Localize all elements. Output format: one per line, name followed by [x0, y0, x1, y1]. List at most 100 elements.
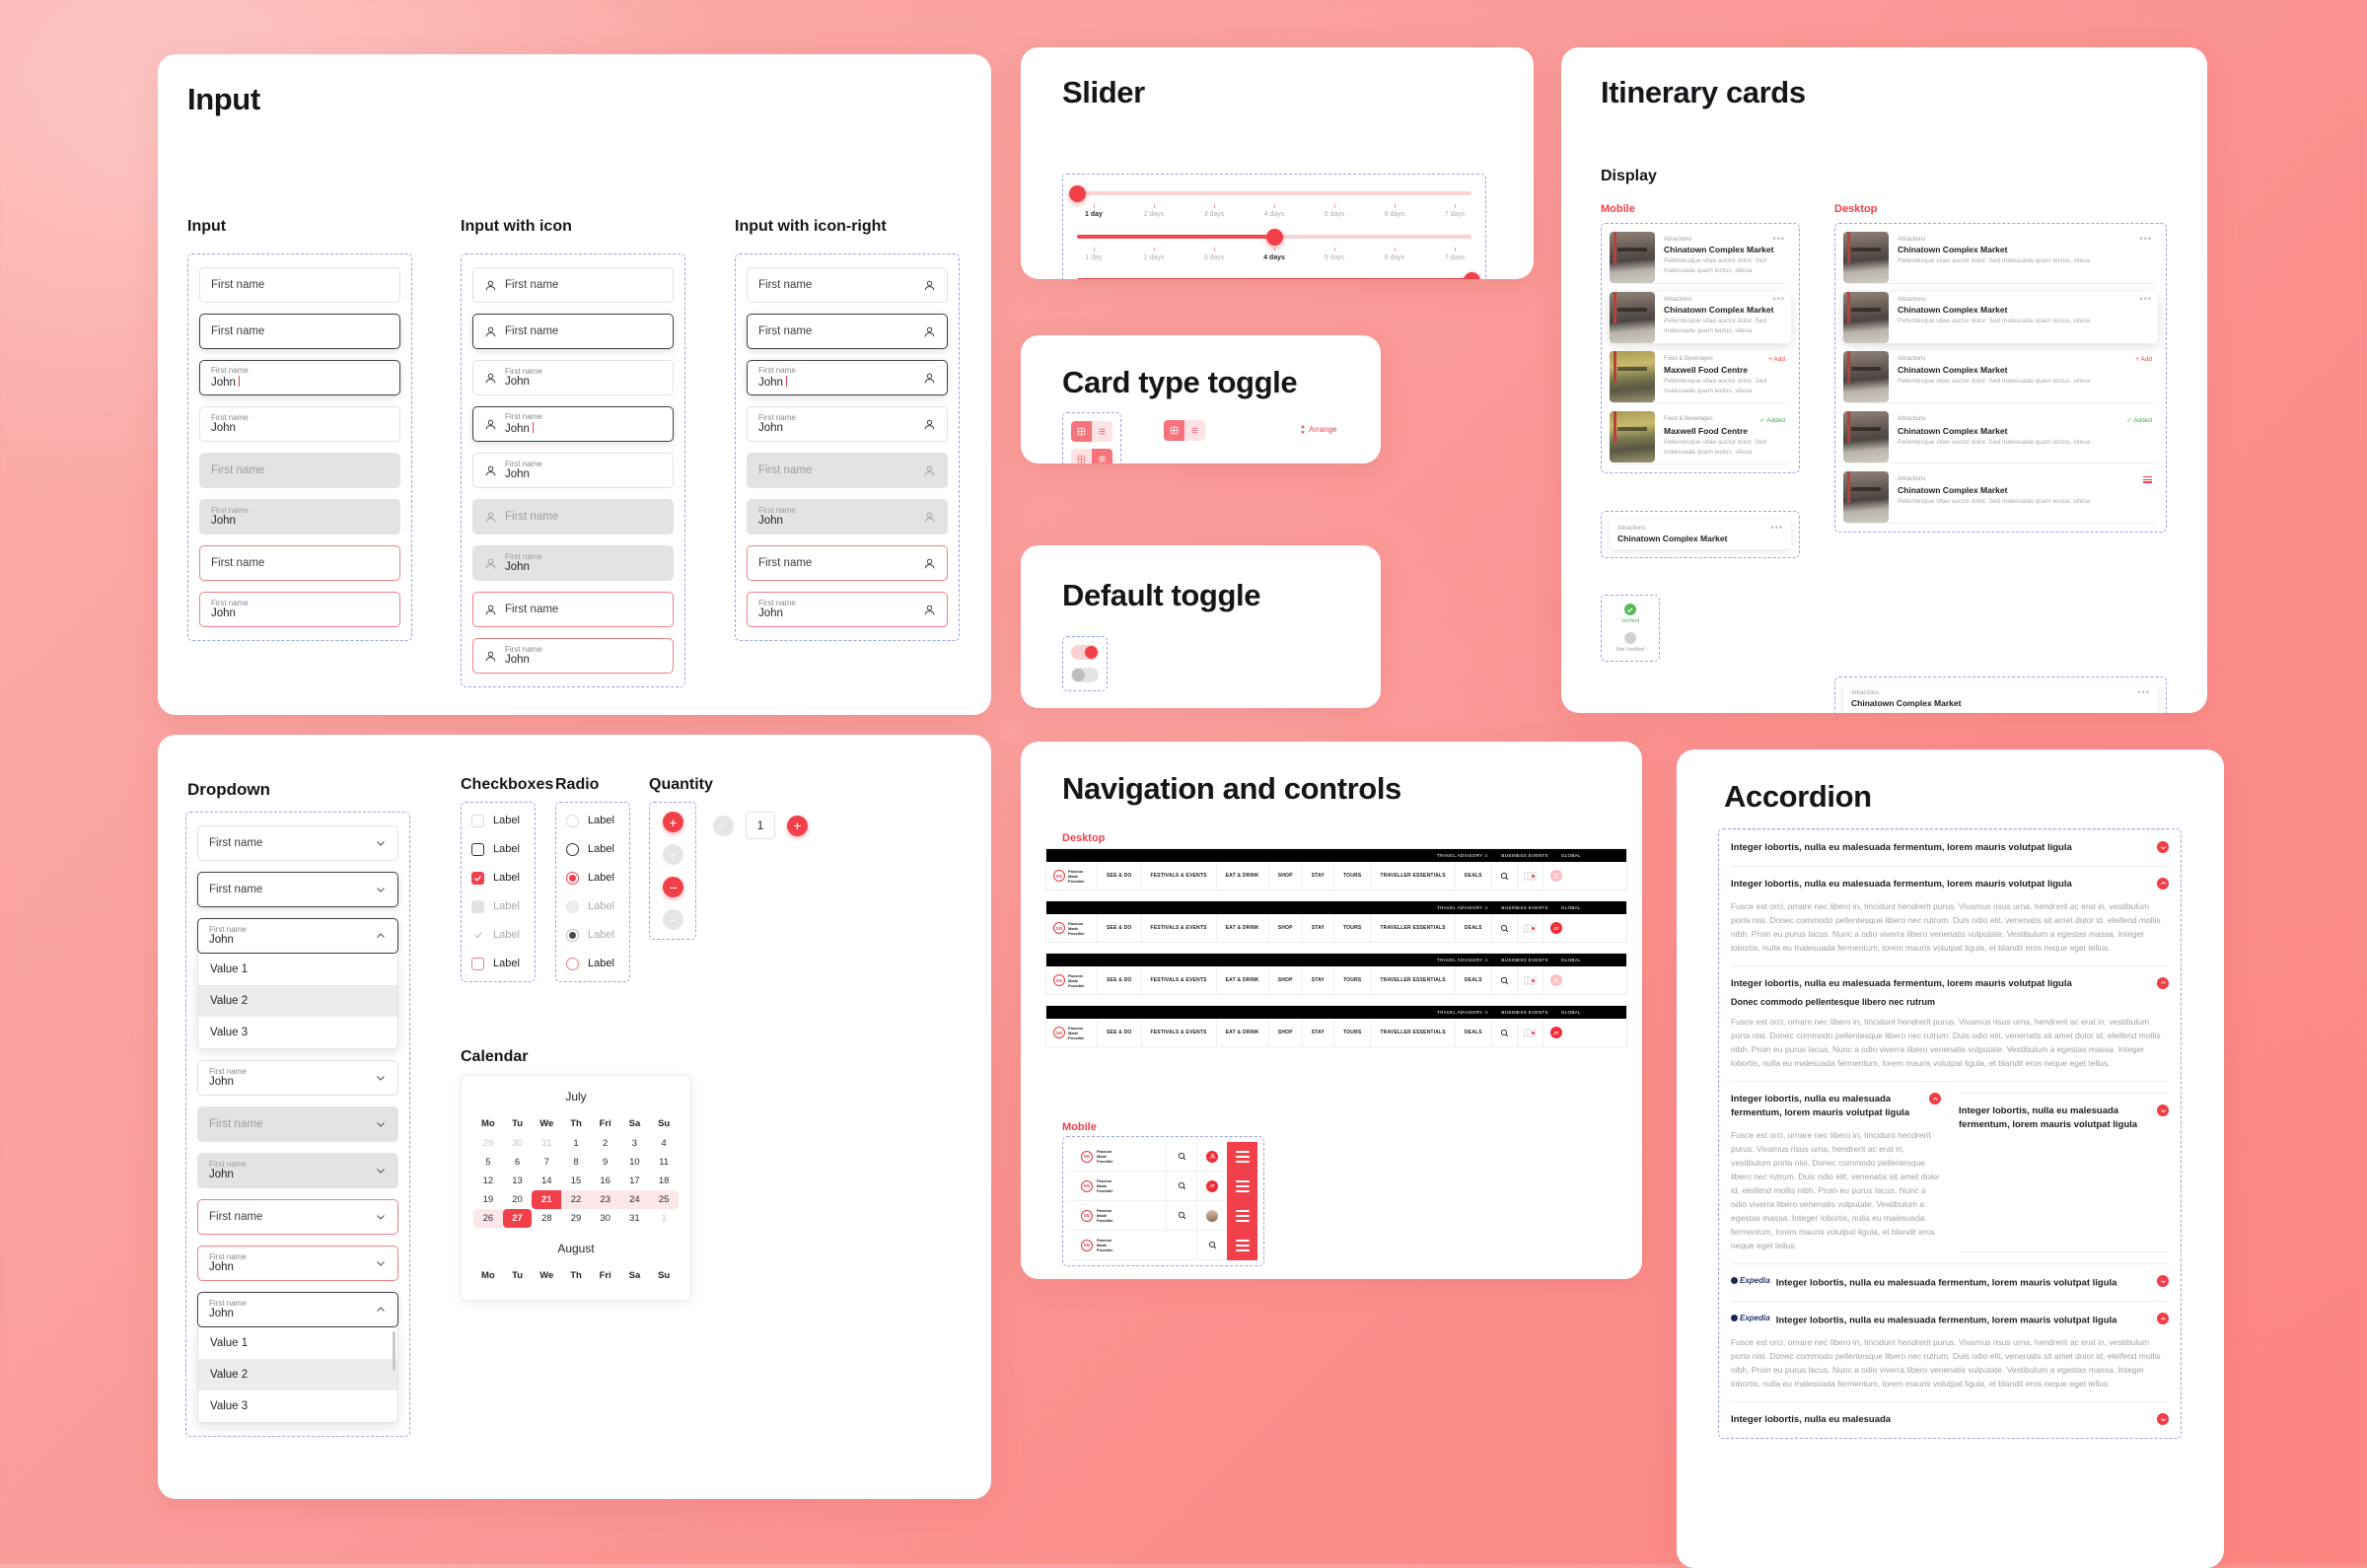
- nav-menu-item[interactable]: STAY: [1303, 1019, 1334, 1046]
- calendar-day[interactable]: 12: [473, 1172, 503, 1190]
- input-filled[interactable]: First name John: [199, 406, 400, 442]
- input-rest[interactable]: First name: [199, 267, 400, 303]
- checkbox-hover[interactable]: Label: [471, 840, 525, 858]
- nav-menu-item[interactable]: EAT & DRINK: [1217, 862, 1269, 890]
- calendar-day[interactable]: 13: [503, 1172, 533, 1190]
- nav-account-button[interactable]: [1543, 862, 1569, 890]
- input-icon-error[interactable]: First name: [472, 592, 674, 627]
- dropdown-disabled-filled[interactable]: First name John: [197, 1153, 398, 1188]
- add-button[interactable]: + Add: [2135, 356, 2152, 363]
- drag-handle-icon[interactable]: [2143, 476, 2152, 483]
- itinerary-card[interactable]: Food & Beverages + Add Maxwell Food Centre…: [1610, 351, 1791, 403]
- input-icon-filled[interactable]: First name John: [472, 360, 674, 395]
- nav-logo[interactable]: SG Passion Made Possible: [1046, 862, 1098, 890]
- calendar-day[interactable]: 24: [619, 1190, 650, 1209]
- input-icon-typing[interactable]: First name John: [472, 406, 674, 442]
- nav-menu-item[interactable]: STAY: [1303, 914, 1334, 942]
- calendar-day[interactable]: 11: [649, 1153, 679, 1172]
- radio-rest[interactable]: Label: [566, 812, 619, 829]
- more-options-icon[interactable]: •••: [2138, 687, 2150, 697]
- accordion-collapse-button[interactable]: [2157, 1313, 2169, 1325]
- quantity-value[interactable]: 1: [746, 812, 775, 839]
- map-icon[interactable]: [1523, 871, 1537, 881]
- nav-search-button[interactable]: [1492, 862, 1518, 890]
- calendar-day[interactable]: 20: [503, 1190, 533, 1209]
- nav-menu-item[interactable]: FESTIVALS & EVENTS: [1142, 862, 1217, 890]
- nav-utility-link[interactable]: TRAVEL ADVISORY ⚠: [1437, 905, 1488, 911]
- nav-search-button[interactable]: [1166, 1172, 1196, 1200]
- calendar-day[interactable]: 18: [649, 1172, 679, 1190]
- grid-view-icon[interactable]: [1071, 449, 1092, 463]
- calendar-day[interactable]: 5: [473, 1153, 503, 1172]
- nav-search-button[interactable]: [1492, 966, 1518, 994]
- nav-utility-link[interactable]: BUSINESS EVENTS: [1501, 853, 1547, 858]
- radio-circle[interactable]: [566, 871, 579, 885]
- dropdown-hover[interactable]: First name: [197, 872, 398, 907]
- calendar-day[interactable]: 26: [473, 1209, 503, 1228]
- nav-menu-item[interactable]: EAT & DRINK: [1217, 914, 1269, 942]
- slider-handle[interactable]: [1069, 185, 1086, 202]
- slider-row[interactable]: 1 day2 days3 days4 days5 days6 days7 day…: [1077, 228, 1471, 271]
- calendar-day[interactable]: 28: [532, 1209, 561, 1228]
- nav-map-button[interactable]: [1518, 1019, 1543, 1046]
- scrollbar-thumb[interactable]: [393, 1331, 395, 1371]
- accordion-expand-button[interactable]: [2157, 1413, 2169, 1426]
- grid-view-icon[interactable]: [1071, 421, 1092, 442]
- checkbox-box[interactable]: [471, 842, 484, 856]
- avatar[interactable]: [1206, 1150, 1218, 1163]
- card-type-toggle-grid-active[interactable]: [1071, 421, 1112, 442]
- calendar-day[interactable]: 27: [502, 1209, 533, 1228]
- more-options-icon[interactable]: •••: [2140, 294, 2152, 304]
- input-iconright-filled[interactable]: First name John: [747, 406, 948, 442]
- calendar-day[interactable]: 29: [561, 1209, 591, 1228]
- nav-menu-item[interactable]: EAT & DRINK: [1217, 1019, 1269, 1046]
- search-icon[interactable]: [1500, 924, 1509, 933]
- calendar-day[interactable]: 14: [532, 1172, 561, 1190]
- avatar[interactable]: [1206, 1209, 1218, 1222]
- input-error-filled[interactable]: First name John: [199, 592, 400, 627]
- nav-menu-item[interactable]: SHOP: [1269, 1019, 1303, 1046]
- calendar-day[interactable]: 30: [503, 1134, 533, 1153]
- nav-menu-item[interactable]: TOURS: [1334, 966, 1372, 994]
- nav-menu-item[interactable]: SEE & DO: [1098, 914, 1142, 942]
- accordion-title[interactable]: Integer lobortis, nulla eu malesuada fer…: [1731, 841, 2072, 855]
- input-iconright-focus[interactable]: First name: [747, 314, 948, 349]
- calendar-day[interactable]: 22: [561, 1190, 591, 1209]
- map-icon[interactable]: [1523, 1028, 1537, 1037]
- dropdown-option[interactable]: Value 1: [198, 1327, 397, 1359]
- radio-hover[interactable]: Label: [566, 840, 619, 858]
- search-icon[interactable]: [1500, 1029, 1509, 1037]
- accordion-title[interactable]: Integer lobortis, nulla eu malesuada fer…: [1731, 1093, 1917, 1120]
- nav-search-button[interactable]: [1492, 1019, 1518, 1046]
- nav-utility-link[interactable]: TRAVEL ADVISORY ⚠: [1437, 853, 1488, 859]
- nav-menu-item[interactable]: SEE & DO: [1098, 1019, 1142, 1046]
- calendar-day[interactable]: 23: [590, 1190, 620, 1209]
- more-options-icon[interactable]: •••: [2140, 234, 2152, 244]
- calendar-day[interactable]: 16: [591, 1172, 620, 1190]
- nav-utility-link[interactable]: GLOBAL: [1561, 853, 1581, 858]
- nav-map-button[interactable]: [1518, 966, 1543, 994]
- slider-row[interactable]: 1 day2 days3 days4 days5 days6 days7 day…: [1077, 271, 1480, 279]
- nav-utility-link[interactable]: TRAVEL ADVISORY ⚠: [1437, 1010, 1488, 1016]
- accordion-expand-button[interactable]: [2157, 1105, 2169, 1117]
- search-icon[interactable]: [1500, 976, 1509, 985]
- accordion-collapse-button[interactable]: [2157, 877, 2169, 890]
- quantity-stepper-plus[interactable]: +: [787, 815, 808, 836]
- nav-search-button[interactable]: [1166, 1201, 1196, 1230]
- dropdown-error[interactable]: First name: [197, 1199, 398, 1235]
- nav-menu-item[interactable]: SHOP: [1269, 914, 1303, 942]
- avatar[interactable]: JT: [1549, 1027, 1562, 1038]
- input-typing[interactable]: First name John: [199, 360, 400, 395]
- itinerary-card[interactable]: Attractions Chinatown Complex Market Pelle…: [1843, 471, 2158, 524]
- nav-menu-item[interactable]: STAY: [1303, 862, 1334, 890]
- card-type-toggle-sample[interactable]: [1164, 420, 1205, 441]
- nav-utility-link[interactable]: GLOBAL: [1561, 905, 1581, 910]
- nav-menu-item[interactable]: FESTIVALS & EVENTS: [1142, 1019, 1217, 1046]
- slider-row[interactable]: 1 day2 days3 days4 days5 days6 days7 day…: [1069, 184, 1471, 228]
- radio-selected[interactable]: Label: [566, 869, 619, 887]
- nav-utility-link[interactable]: GLOBAL: [1561, 1010, 1581, 1015]
- calendar-day[interactable]: 9: [591, 1153, 620, 1172]
- nav-menu-item[interactable]: DEALS: [1456, 914, 1492, 942]
- accordion-title[interactable]: Expedia Integer lobortis, nulla eu malesu…: [1731, 1313, 2116, 1327]
- calendar-day[interactable]: 3: [620, 1134, 650, 1153]
